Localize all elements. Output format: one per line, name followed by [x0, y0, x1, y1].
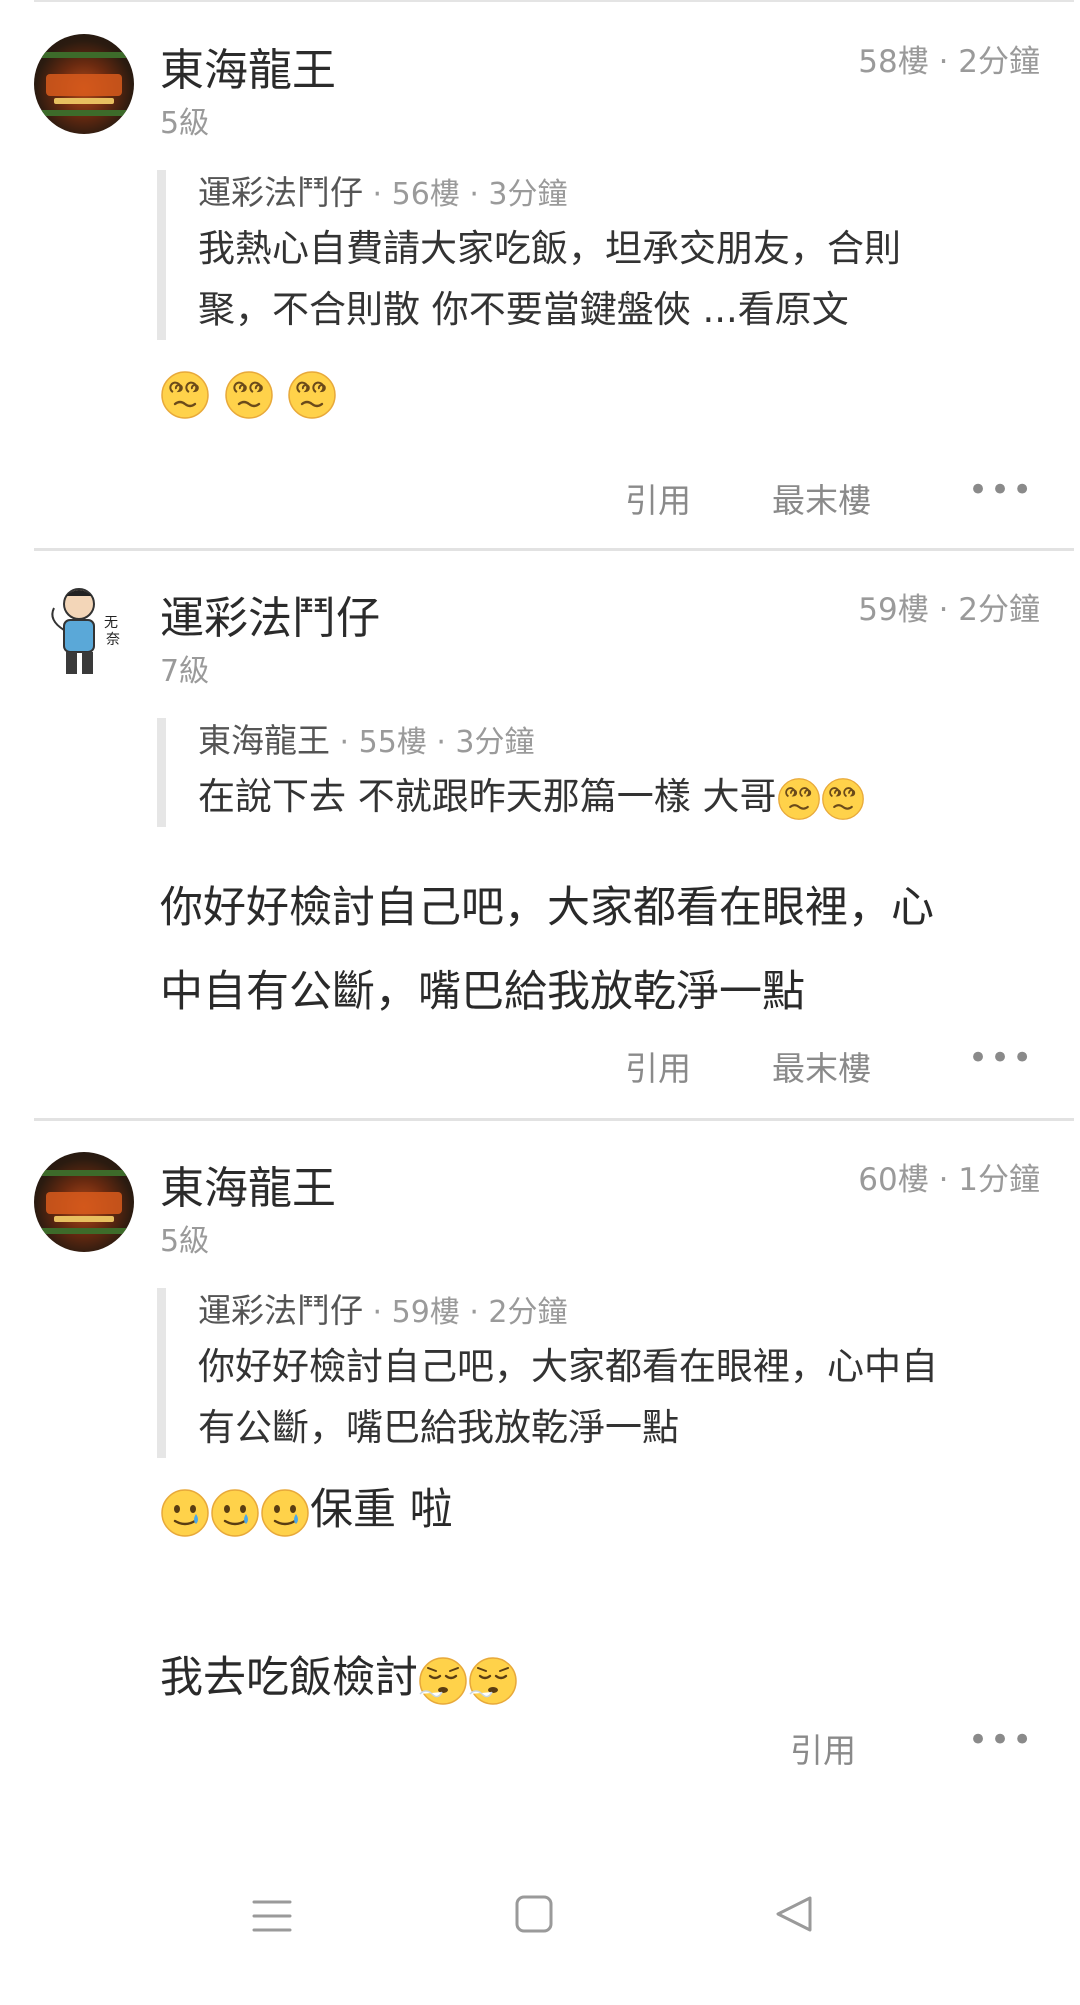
user-level: 5級: [160, 1224, 210, 1259]
face-exhaling-emoji: [468, 1656, 518, 1706]
post-divider: [34, 548, 1074, 551]
dizzy-face-emoji: [777, 777, 821, 821]
smiling-face-with-tear-emoji: [160, 1488, 210, 1538]
user-level: 7級: [160, 654, 210, 689]
username[interactable]: 運彩法鬥仔: [160, 582, 380, 646]
reply-text: 你好好檢討自己吧，大家都看在眼裡，心 中自有公斷，嘴巴給我放乾淨一點: [160, 866, 1020, 1034]
quote-author: 東海龍王: [198, 721, 330, 760]
system-nav-bar: [0, 1860, 1080, 2005]
more-icon[interactable]: •••: [968, 1038, 1034, 1078]
quote-block[interactable]: 運彩法鬥仔 · 56樓 · 3分鐘 我熱心自費請大家吃飯，坦承交朋友，合則 聚，…: [157, 170, 1058, 340]
reply-line: 你好好檢討自己吧，大家都看在眼裡，心: [160, 883, 934, 933]
username[interactable]: 東海龍王: [160, 34, 336, 98]
quote-header: 運彩法鬥仔 · 56樓 · 3分鐘: [198, 170, 1058, 218]
quote-meta: · 56樓 · 3分鐘: [363, 177, 568, 212]
last-floor-button[interactable]: 最末樓: [772, 474, 871, 522]
svg-text:奈: 奈: [106, 632, 120, 648]
dizzy-face-emoji: [821, 777, 865, 821]
quote-button[interactable]: 引用: [625, 1042, 691, 1090]
quote-text-line: 在說下去 不就跟昨天那篇一樣 大哥: [198, 775, 777, 818]
face-exhaling-emoji: [418, 1656, 468, 1706]
username[interactable]: 東海龍王: [160, 1152, 336, 1216]
floor-time: 59樓 · 2分鐘: [858, 592, 1040, 628]
quote-block[interactable]: 運彩法鬥仔 · 59樓 · 2分鐘 你好好檢討自己吧，大家都看在眼裡，心中自 有…: [157, 1288, 1058, 1458]
quote-header: 運彩法鬥仔 · 59樓 · 2分鐘: [198, 1288, 1058, 1336]
quote-block[interactable]: 東海龍王 · 55樓 · 3分鐘 在說下去 不就跟昨天那篇一樣 大哥: [157, 718, 1058, 827]
quote-text-line: 你好好檢討自己吧，大家都看在眼裡，心中自: [198, 1345, 938, 1388]
quote-text-line: 聚，不合則散 你不要當鍵盤俠 ...看原文: [198, 288, 849, 331]
more-icon[interactable]: •••: [968, 1720, 1034, 1760]
quote-button[interactable]: 引用: [625, 474, 691, 522]
top-divider: [34, 0, 1074, 2]
dizzy-face-emoji: [224, 370, 274, 420]
reply-line: 保重 啦: [160, 1476, 1020, 1544]
home-icon[interactable]: [514, 1894, 554, 1934]
user-level: 5級: [160, 106, 210, 141]
reply-emojis: [160, 362, 1020, 422]
smiling-face-with-tear-emoji: [260, 1488, 310, 1538]
more-icon[interactable]: •••: [968, 470, 1034, 510]
quote-meta: · 55樓 · 3分鐘: [330, 725, 535, 760]
quote-header: 東海龍王 · 55樓 · 3分鐘: [198, 718, 1058, 766]
reply-text-span: 保重 啦: [310, 1485, 453, 1535]
quote-author: 運彩法鬥仔: [198, 173, 363, 212]
reply-line: 中自有公斷，嘴巴給我放乾淨一點: [160, 967, 805, 1017]
reply-line: 我去吃飯檢討: [160, 1644, 1020, 1712]
reply-text-span: 我去吃飯檢討: [160, 1653, 418, 1703]
reply-text: 保重 啦 我去吃飯檢討: [160, 1476, 1020, 1712]
floor-time: 60樓 · 1分鐘: [858, 1162, 1040, 1198]
quote-button[interactable]: 引用: [790, 1724, 856, 1772]
quote-text: 你好好檢討自己吧，大家都看在眼裡，心中自 有公斷，嘴巴給我放乾淨一點: [198, 1336, 1058, 1458]
quote-text: 在說下去 不就跟昨天那篇一樣 大哥: [198, 766, 1058, 827]
dizzy-face-emoji: [287, 370, 337, 420]
last-floor-button[interactable]: 最末樓: [772, 1042, 871, 1090]
post-divider: [34, 1118, 1074, 1121]
back-icon[interactable]: [774, 1894, 814, 1934]
quote-text-line: 我熱心自費請大家吃飯，坦承交朋友，合則: [198, 227, 901, 270]
quote-text-line: 有公斷，嘴巴給我放乾淨一點: [198, 1406, 679, 1449]
avatar[interactable]: [34, 1152, 134, 1252]
svg-text:无: 无: [104, 615, 118, 631]
dizzy-face-emoji: [160, 370, 210, 420]
quote-meta: · 59樓 · 2分鐘: [363, 1295, 568, 1330]
floor-time: 58樓 · 2分鐘: [858, 44, 1040, 80]
smiling-face-with-tear-emoji: [210, 1488, 260, 1538]
menu-icon[interactable]: [252, 1896, 292, 1936]
quote-author: 運彩法鬥仔: [198, 1291, 363, 1330]
quote-text: 我熱心自費請大家吃飯，坦承交朋友，合則 聚，不合則散 你不要當鍵盤俠 ...看原…: [198, 218, 1058, 340]
avatar[interactable]: [34, 34, 134, 134]
avatar[interactable]: 无 奈: [34, 582, 134, 682]
